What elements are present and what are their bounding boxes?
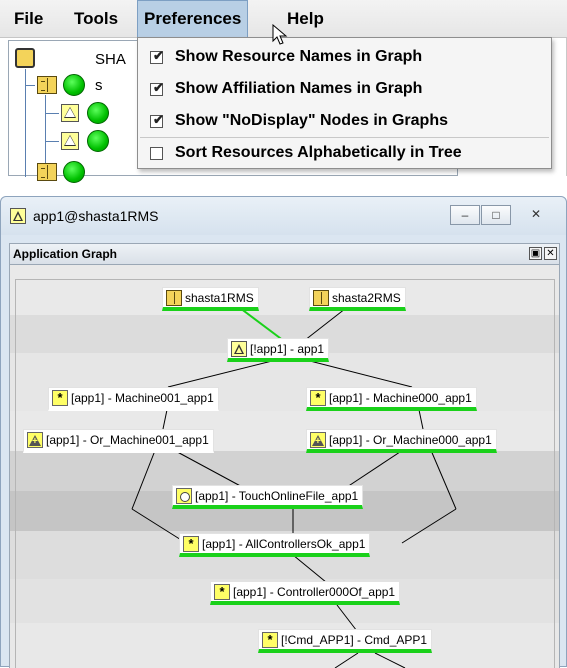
menu-file[interactable]: File <box>8 0 49 38</box>
graph-edge <box>131 508 187 544</box>
menu-item-label: Show "NoDisplay" Nodes in Graphs <box>175 112 448 129</box>
graph-node-label: [app1] - Or_Machine001_app1 <box>46 433 209 447</box>
main-window: SHA s File Tools Preferences Help ✔ Show… <box>0 0 567 183</box>
menu-item-label: Show Resource Names in Graph <box>175 48 423 65</box>
window-title-bar[interactable]: app1@shasta1RMS – □ ✕ <box>1 197 566 235</box>
application-triangle-icon <box>231 341 247 357</box>
close-icon: ✕ <box>530 207 542 221</box>
graph-edge <box>343 447 407 490</box>
graph-edge <box>167 360 273 388</box>
graph-node-label: [app1] - Controller000Of_app1 <box>233 585 396 599</box>
menu-item-show-affiliation-names[interactable]: ✔ Show Affiliation Names in Graph <box>138 73 551 105</box>
graph-node-label: [!Cmd_APP1] - Cmd_APP1 <box>281 633 428 647</box>
graph-node-label: shasta2RMS <box>332 291 401 305</box>
tree-root-label[interactable]: SHA <box>95 51 126 68</box>
mouse-cursor-icon <box>272 24 288 45</box>
graph-node-label: [app1] - Or_Machine000_app1 <box>329 433 492 447</box>
close-button[interactable]: ✕ <box>521 205 551 225</box>
checkbox-checked-icon: ✔ <box>150 81 164 96</box>
tree-connector <box>25 85 35 86</box>
graph-edge <box>169 447 247 490</box>
close-icon: ✕ <box>546 248 555 259</box>
menu-preferences[interactable]: Preferences <box>137 0 249 38</box>
asterisk-icon: * <box>262 632 278 648</box>
graph-node-machine001[interactable]: * [app1] - Machine001_app1 <box>48 387 219 411</box>
graph-node-shasta2rms[interactable]: shasta2RMS <box>309 287 406 311</box>
application-triangle-icon <box>10 208 26 224</box>
graph-node-machine000[interactable]: * [app1] - Machine000_app1 <box>306 387 477 411</box>
minimize-icon: – <box>461 208 469 222</box>
graph-node-label: [app1] - Machine001_app1 <box>71 391 214 405</box>
application-graph-window: app1@shasta1RMS – □ ✕ Application Graph … <box>0 196 567 668</box>
menu-item-show-resource-names[interactable]: ✔ Show Resource Names in Graph <box>138 41 551 73</box>
menu-item-label: Sort Resources Alphabetically in Tree <box>175 144 462 161</box>
graph-node-label: [app1] - TouchOnlineFile_app1 <box>195 489 359 503</box>
circle-icon <box>176 488 192 504</box>
graph-node-label: shasta1RMS <box>185 291 254 305</box>
graph-node-cmd-app1[interactable]: * [!Cmd_APP1] - Cmd_APP1 <box>258 629 433 653</box>
graph-node-or-machine001[interactable]: + [app1] - Or_Machine001_app1 <box>23 429 214 453</box>
online-status-icon <box>87 130 109 152</box>
graph-edge <box>131 447 157 510</box>
graph-edge <box>401 508 457 544</box>
graph-edge <box>309 360 413 388</box>
checkbox-unchecked-icon <box>150 147 163 160</box>
menu-item-show-nodisplay-nodes[interactable]: ✔ Show "NoDisplay" Nodes in Graphs <box>138 105 551 137</box>
graph-node-label: [app1] - AllControllersOk_app1 <box>202 537 366 551</box>
maximize-icon: □ <box>492 208 500 222</box>
or-icon: + <box>310 432 326 448</box>
menu-item-label: Show Affiliation Names in Graph <box>175 80 423 97</box>
asterisk-icon: * <box>214 584 230 600</box>
graph-node-shasta1rms[interactable]: shasta1RMS <box>162 287 259 311</box>
asterisk-icon: * <box>310 390 326 406</box>
graph-node-allcontrollersok[interactable]: * [app1] - AllControllersOk_app1 <box>179 533 371 557</box>
graph-edge <box>429 447 457 510</box>
tree-connector <box>45 141 59 142</box>
tree-connector <box>45 113 59 114</box>
maximize-button[interactable]: □ <box>481 205 511 225</box>
or-icon: + <box>27 432 43 448</box>
panel-close-button[interactable]: ✕ <box>544 247 557 260</box>
graph-edges <box>131 304 457 668</box>
graph-edge <box>334 652 359 668</box>
application-triangle-icon[interactable] <box>61 104 79 122</box>
asterisk-icon: * <box>52 390 68 406</box>
graph-node-touchonlinefile[interactable]: [app1] - TouchOnlineFile_app1 <box>172 485 364 509</box>
asterisk-icon: * <box>183 536 199 552</box>
graph-edge <box>374 652 406 668</box>
book-icon <box>166 290 182 306</box>
panel-header: Application Graph ▣ ✕ <box>9 243 560 265</box>
online-status-icon <box>87 102 109 124</box>
preferences-dropdown: ✔ Show Resource Names in Graph ✔ Show Af… <box>137 37 552 169</box>
menu-item-sort-alphabetically[interactable]: Sort Resources Alphabetically in Tree <box>138 137 551 169</box>
graph-node-or-machine000[interactable]: + [app1] - Or_Machine000_app1 <box>306 429 497 453</box>
graph-node-label: [app1] - Machine000_app1 <box>329 391 472 405</box>
panel-restore-button[interactable]: ▣ <box>529 247 542 260</box>
book-icon[interactable] <box>37 163 57 181</box>
book-icon[interactable] <box>37 76 57 94</box>
graph-canvas[interactable]: shasta1RMS shasta2RMS [!app1] - app1 * [… <box>9 265 560 668</box>
checkbox-checked-icon: ✔ <box>150 49 164 64</box>
graph-node-controller000of[interactable]: * [app1] - Controller000Of_app1 <box>210 581 401 605</box>
window-title: app1@shasta1RMS <box>33 208 159 224</box>
book-icon <box>313 290 329 306</box>
checkbox-checked-icon: ✔ <box>150 113 164 128</box>
minimize-button[interactable]: – <box>450 205 480 225</box>
online-status-icon <box>63 161 85 183</box>
tree-child-label[interactable]: s <box>95 77 103 94</box>
online-status-icon <box>63 74 85 96</box>
menu-tools[interactable]: Tools <box>68 0 124 38</box>
panel-title: Application Graph <box>13 247 118 261</box>
graph-node-app1[interactable]: [!app1] - app1 <box>227 338 330 362</box>
graph-node-label: [!app1] - app1 <box>250 342 325 356</box>
menu-help[interactable]: Help <box>281 0 330 38</box>
application-triangle-icon[interactable] <box>61 132 79 150</box>
restore-icon: ▣ <box>530 248 541 259</box>
root-node-icon[interactable] <box>15 48 35 68</box>
